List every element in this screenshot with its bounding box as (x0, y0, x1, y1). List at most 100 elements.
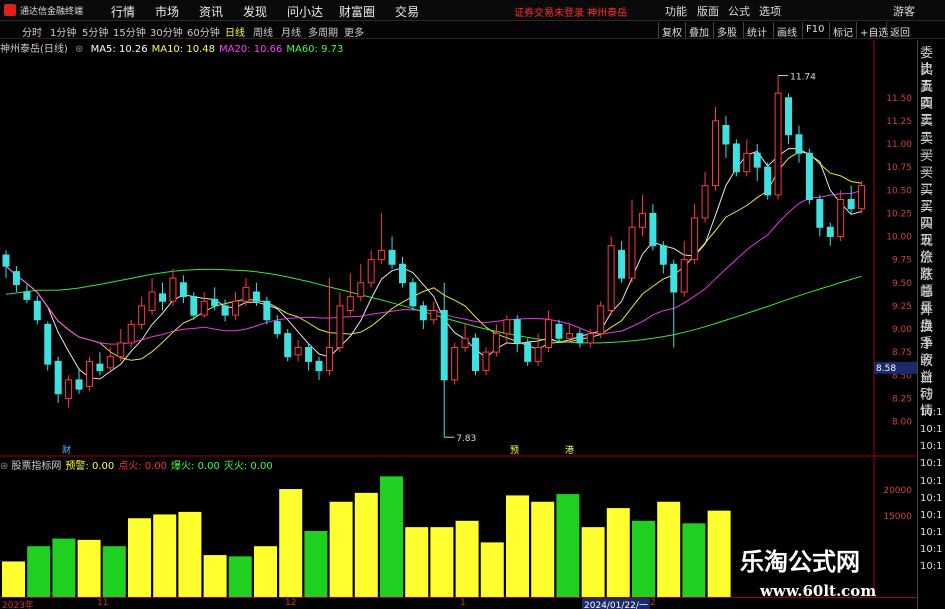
tab-7[interactable]: 周线 (253, 24, 273, 39)
candle-body (96, 363, 104, 372)
tool-1[interactable]: 叠加 (689, 24, 709, 39)
tool-4[interactable]: 画线 (777, 24, 797, 39)
stock-title[interactable]: 神州泰岳(日线) (0, 44, 68, 55)
candle-body (367, 259, 375, 284)
candle-body (618, 249, 626, 279)
high-price-label: 11.74 (790, 73, 816, 83)
tab-5[interactable]: 60分钟 (187, 24, 220, 39)
app-logo-icon (4, 4, 16, 16)
right-menu-1[interactable]: 版面 (697, 3, 719, 19)
candle-body (691, 217, 699, 261)
candle-body (607, 245, 615, 311)
tool-divider (658, 22, 659, 38)
tool-divider (886, 22, 887, 38)
panel-label-28: 10:1 (920, 526, 943, 538)
tab-6[interactable]: 日线 (225, 24, 245, 39)
menu-6[interactable]: 交易 (395, 3, 419, 20)
indicator-legend: ⊛ 股票指标网 预警: 0.00 点火: 0.00 爆火: 0.00 灭火: 0.00 (0, 457, 277, 472)
price-tick-4: 10.50 (886, 186, 912, 196)
tool-5[interactable]: F10 (806, 24, 824, 35)
candle-body (138, 305, 146, 325)
candle-body (252, 291, 260, 302)
tool-6[interactable]: 标记 (833, 24, 853, 39)
volume-bar (77, 539, 101, 597)
settings-icon[interactable]: ⊛ (75, 44, 83, 55)
volume-bar (606, 508, 630, 597)
candle-body (472, 337, 480, 372)
menu-2[interactable]: 资讯 (199, 3, 223, 20)
volume-bar (102, 546, 126, 597)
candle-body (273, 321, 281, 335)
tab-1[interactable]: 1分钟 (50, 24, 76, 39)
right-menu-3[interactable]: 选项 (759, 3, 781, 19)
tool-divider (685, 22, 686, 38)
tab-10[interactable]: 更多 (344, 24, 364, 39)
volume-bar (430, 527, 454, 597)
candle-body (764, 166, 772, 196)
candle-body (409, 282, 417, 307)
volume-bar (153, 514, 177, 597)
candle-body (753, 152, 761, 168)
volume-bar (657, 501, 681, 597)
candle-body (805, 152, 813, 200)
right-menu-2[interactable]: 公式 (728, 3, 750, 19)
price-tick-11: 8.75 (892, 348, 912, 358)
tool-3[interactable]: 统计 (747, 24, 767, 39)
tab-2[interactable]: 5分钟 (82, 24, 108, 39)
price-tick-5: 10.25 (886, 209, 912, 219)
settings-icon[interactable]: ⊛ (0, 461, 8, 472)
tool-divider (802, 22, 803, 38)
tab-8[interactable]: 月线 (281, 24, 301, 39)
tool-8[interactable]: 返回 (890, 24, 910, 39)
volume-bar (531, 501, 555, 597)
tab-0[interactable]: 分时 (22, 24, 42, 39)
menu-0[interactable]: 行情 (111, 3, 135, 20)
volume-bar (556, 494, 580, 597)
indicator-name[interactable]: 股票指标网 (11, 461, 61, 472)
volume-bar (455, 520, 479, 597)
menu-4[interactable]: 问小达 (287, 3, 323, 20)
candle-body (451, 347, 459, 381)
menu-1[interactable]: 市场 (155, 3, 179, 20)
candle-body (701, 185, 709, 219)
ma-label-0: MA5: 10.26 (90, 44, 148, 55)
menu-5[interactable]: 财富圈 (339, 3, 375, 20)
panel-label-27: 10:1 (920, 509, 943, 521)
app-name: 通达信金融终端 (20, 7, 84, 17)
volume-bar (405, 527, 429, 597)
candle-body (597, 305, 605, 335)
candle-body (23, 291, 31, 300)
tab-3[interactable]: 15分钟 (113, 24, 146, 39)
candle-body (315, 360, 323, 372)
candle-body (54, 360, 62, 395)
tool-divider (829, 22, 830, 38)
login-notice[interactable]: 证券交易未登录 神州泰岳 (514, 4, 627, 19)
candle-body (461, 337, 469, 348)
right-menu-0[interactable]: 功能 (665, 3, 687, 19)
event-marker-1: 预 (510, 445, 519, 456)
tool-7[interactable]: +自选 (860, 24, 888, 39)
date-label-4: 2024/01/22/一 (582, 598, 650, 609)
candle-body (148, 291, 156, 311)
candle-body (190, 296, 198, 316)
panel-label-24: 10:1 (920, 458, 943, 470)
guest-label[interactable]: 游客 (893, 3, 915, 19)
tool-0[interactable]: 复权 (662, 24, 682, 39)
date-label-3: 1 (460, 598, 466, 608)
quote-side-panel: 委比 卖五 卖四 卖三 卖二 卖一 买一 买二 买三 买四 买五 现价 涨跌 涨幅 总量 外盘 换手 净资 收益 自动… (917, 40, 945, 609)
candle-body (398, 263, 406, 284)
tool-divider (713, 22, 714, 38)
tab-9[interactable]: 多周期 (308, 24, 338, 39)
candle-body (117, 342, 125, 358)
tool-2[interactable]: 多股 (717, 24, 737, 39)
candle-body (179, 282, 187, 298)
candle-body (294, 347, 302, 356)
volume-bar (254, 546, 277, 597)
menu-3[interactable]: 发现 (243, 3, 267, 20)
candle-body (325, 347, 333, 372)
price-tick-14: 8.00 (892, 418, 912, 428)
chart-area[interactable]: 11.50 11.25 11.00 10.75 10.50 10.25 10.00 9.75 9… (0, 40, 917, 597)
candle-body (357, 282, 365, 298)
candle-body (44, 323, 52, 365)
tab-4[interactable]: 30分钟 (150, 24, 183, 39)
